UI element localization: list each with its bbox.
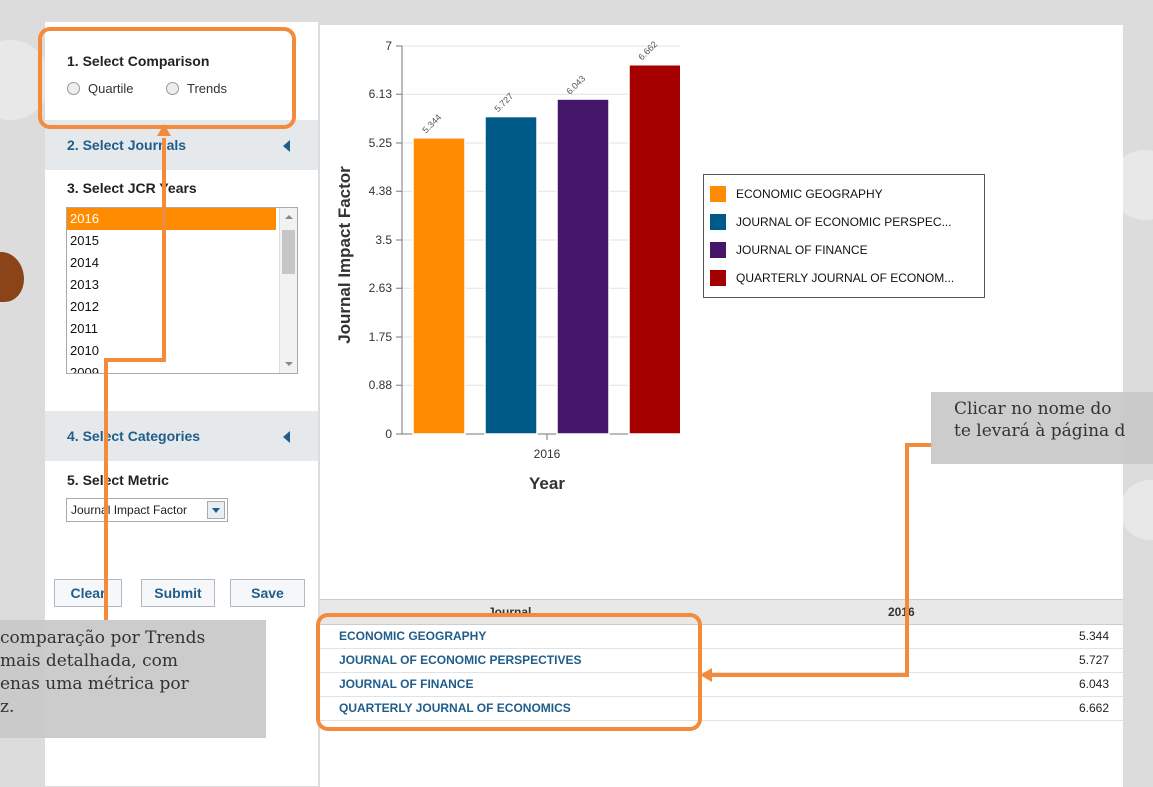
bar-data-label: 5.344 bbox=[420, 112, 443, 135]
annotation-line bbox=[905, 443, 933, 447]
hand-illustration bbox=[0, 252, 24, 302]
legend-swatch bbox=[710, 270, 726, 286]
bar-data-label: 6.043 bbox=[564, 73, 587, 96]
years-listbox[interactable]: 2016 2015 2014 2013 2012 2011 2010 2009 bbox=[66, 207, 298, 374]
save-button[interactable]: Save bbox=[230, 579, 305, 607]
legend-swatch bbox=[710, 214, 726, 230]
collapse-arrow-icon bbox=[283, 140, 290, 152]
y-tick-label: 5.25 bbox=[369, 136, 393, 150]
y-tick-label: 2.63 bbox=[369, 281, 393, 295]
x-tick-label: 2016 bbox=[534, 447, 561, 461]
legend-label: QUARTERLY JOURNAL OF ECONOM... bbox=[736, 271, 955, 285]
annotation-line bbox=[104, 358, 108, 620]
metric-select[interactable]: Journal Impact Factor bbox=[66, 498, 228, 522]
y-tick-label: 0 bbox=[385, 427, 392, 441]
callout-line: enas uma métrica por bbox=[0, 674, 189, 694]
callout-line: z. bbox=[0, 697, 15, 717]
year-option[interactable]: 2014 bbox=[67, 252, 276, 274]
impact-factor-chart: 00.881.752.633.54.385.256.1375.3445.7276… bbox=[335, 39, 680, 493]
arrow-left-icon bbox=[700, 668, 712, 682]
year-option[interactable]: 2010 bbox=[67, 340, 276, 362]
year-column-header[interactable]: 2016 bbox=[888, 605, 915, 619]
collapse-arrow-icon bbox=[283, 431, 290, 443]
callout-line: te levará à página d bbox=[954, 421, 1126, 441]
y-tick-label: 4.38 bbox=[369, 184, 393, 198]
y-tick-label: 3.5 bbox=[375, 233, 392, 247]
y-tick-label: 1.75 bbox=[369, 330, 393, 344]
legend-item: JOURNAL OF FINANCE bbox=[710, 242, 868, 258]
trends-callout: comparação por Trends mais detalhada, co… bbox=[0, 620, 266, 738]
metric-select-value: Journal Impact Factor bbox=[71, 503, 188, 517]
y-axis-label: Journal Impact Factor bbox=[335, 166, 354, 344]
comparison-highlight-box bbox=[38, 27, 296, 129]
annotation-line bbox=[162, 138, 166, 360]
bar bbox=[628, 63, 680, 435]
legend-item: ECONOMIC GEOGRAPHY bbox=[710, 186, 883, 202]
callout-line: mais detalhada, com bbox=[0, 651, 178, 671]
legend-label: JOURNAL OF ECONOMIC PERSPEC... bbox=[736, 215, 952, 229]
background-dot bbox=[1120, 480, 1153, 540]
submit-button[interactable]: Submit bbox=[141, 579, 215, 607]
journal-value: 5.727 bbox=[1078, 653, 1109, 667]
select-journals-label: 2. Select Journals bbox=[67, 137, 187, 153]
journal-value: 6.662 bbox=[1078, 701, 1109, 715]
legend-item: QUARTERLY JOURNAL OF ECONOM... bbox=[710, 270, 954, 286]
x-axis-label: Year bbox=[529, 474, 565, 493]
year-option[interactable]: 2016 bbox=[67, 208, 276, 230]
legend-swatch bbox=[710, 242, 726, 258]
legend-label: JOURNAL OF FINANCE bbox=[736, 243, 868, 257]
bar bbox=[412, 137, 466, 435]
annotation-line bbox=[905, 443, 909, 677]
callout-line: Clicar no nome do bbox=[954, 399, 1112, 419]
year-option[interactable]: 2012 bbox=[67, 296, 276, 318]
select-categories-label: 4. Select Categories bbox=[67, 428, 201, 444]
chart-legend: ECONOMIC GEOGRAPHY JOURNAL OF ECONOMIC P… bbox=[703, 174, 985, 298]
legend-swatch bbox=[710, 186, 726, 202]
year-option[interactable]: 2011 bbox=[67, 318, 276, 340]
bar bbox=[484, 115, 538, 435]
scroll-thumb[interactable] bbox=[282, 230, 295, 274]
listbox-scrollbar[interactable] bbox=[279, 208, 297, 373]
bar bbox=[556, 98, 610, 435]
select-years-title: 3. Select JCR Years bbox=[67, 180, 197, 196]
select-categories-section[interactable]: 4. Select Categories bbox=[45, 411, 318, 461]
year-option[interactable]: 2015 bbox=[67, 230, 276, 252]
select-metric-title: 5. Select Metric bbox=[67, 472, 169, 488]
y-tick-label: 6.13 bbox=[369, 87, 393, 101]
year-option[interactable]: 2009 bbox=[67, 362, 276, 373]
y-tick-label: 7 bbox=[385, 39, 392, 53]
y-tick-label: 0.88 bbox=[369, 378, 393, 392]
journal-value: 6.043 bbox=[1078, 677, 1109, 691]
legend-label: ECONOMIC GEOGRAPHY bbox=[736, 187, 883, 201]
chevron-down-icon[interactable] bbox=[207, 501, 225, 519]
scroll-up-icon[interactable] bbox=[285, 215, 293, 219]
annotation-line bbox=[712, 673, 909, 677]
arrow-up-icon bbox=[157, 124, 171, 136]
bar-data-label: 6.662 bbox=[636, 39, 659, 62]
callout-line: comparação por Trends bbox=[0, 628, 206, 648]
year-option[interactable]: 2013 bbox=[67, 274, 276, 296]
annotation-line bbox=[104, 358, 166, 362]
journal-link-callout: Clicar no nome do te levará à página d bbox=[931, 392, 1153, 464]
clear-button[interactable]: Clear bbox=[54, 579, 122, 607]
journal-value: 5.344 bbox=[1078, 629, 1109, 643]
legend-item: JOURNAL OF ECONOMIC PERSPEC... bbox=[710, 214, 952, 230]
journals-highlight-box bbox=[316, 613, 702, 731]
scroll-down-icon[interactable] bbox=[285, 362, 293, 366]
